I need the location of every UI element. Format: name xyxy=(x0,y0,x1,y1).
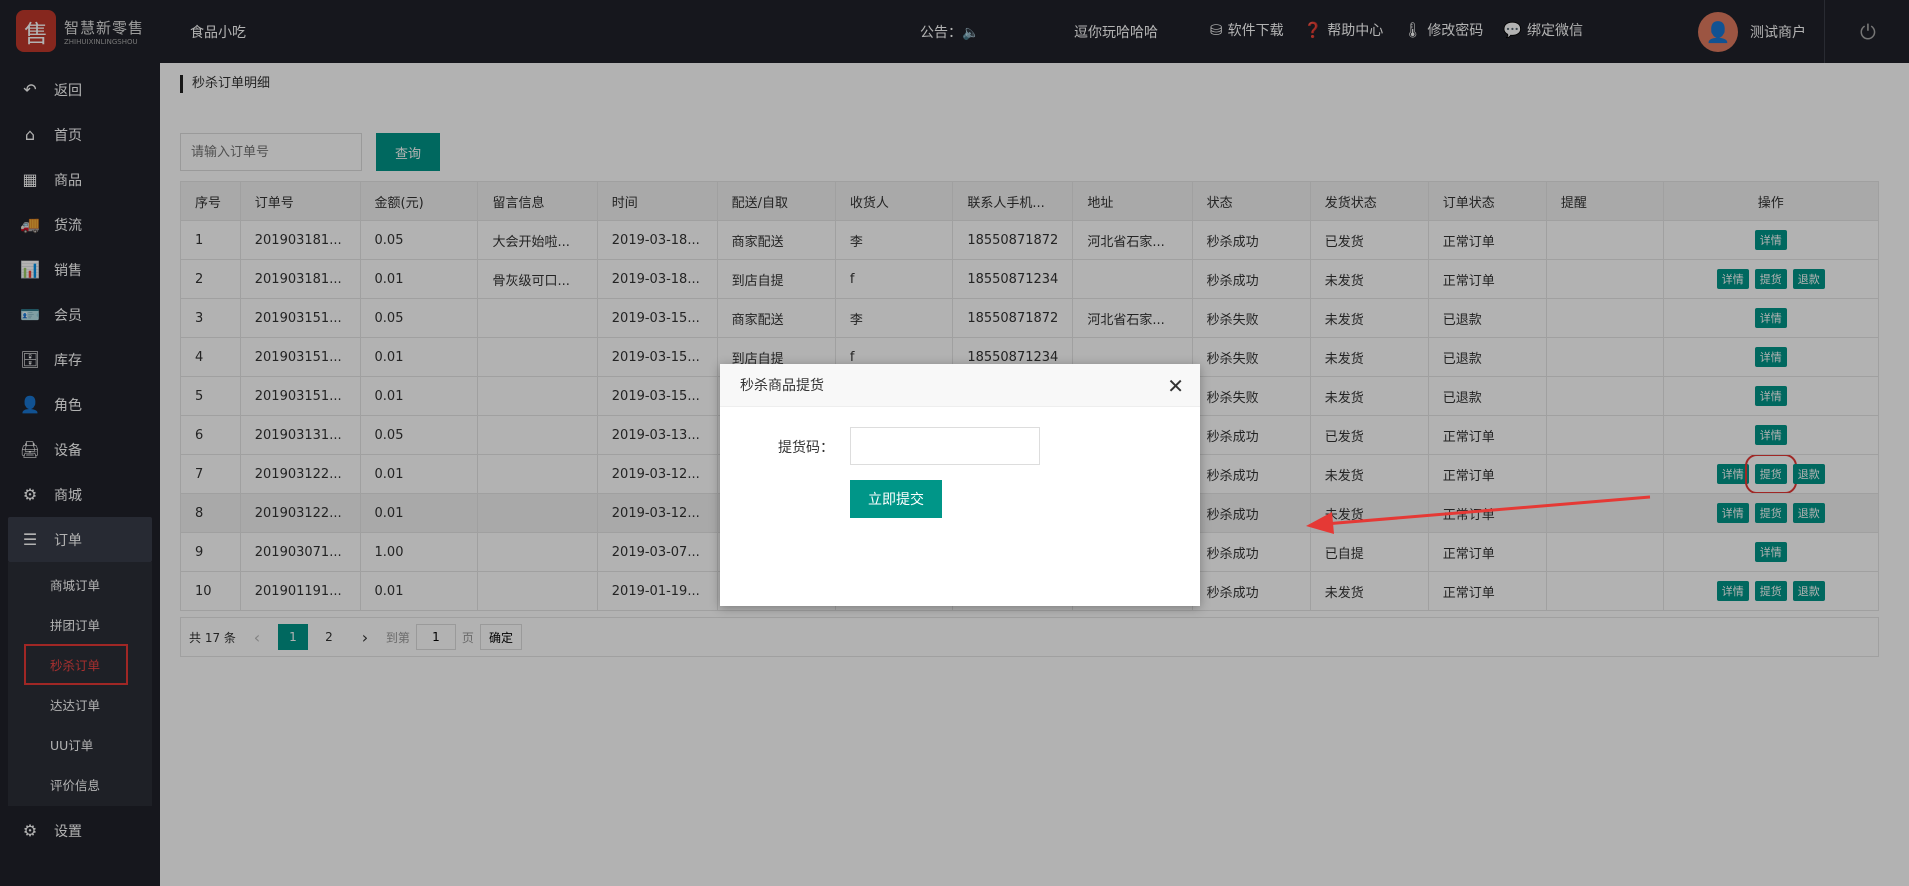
pickup-code-label: 提货码： xyxy=(778,440,834,456)
pickup-dialog: 秒杀商品提货 ✕ 提货码： 立即提交 xyxy=(720,364,1200,606)
close-icon[interactable]: ✕ xyxy=(1167,374,1184,398)
dialog-title: 秒杀商品提货 xyxy=(720,364,1200,407)
submit-button[interactable]: 立即提交 xyxy=(850,480,942,518)
pickup-code-input[interactable] xyxy=(850,427,1040,465)
